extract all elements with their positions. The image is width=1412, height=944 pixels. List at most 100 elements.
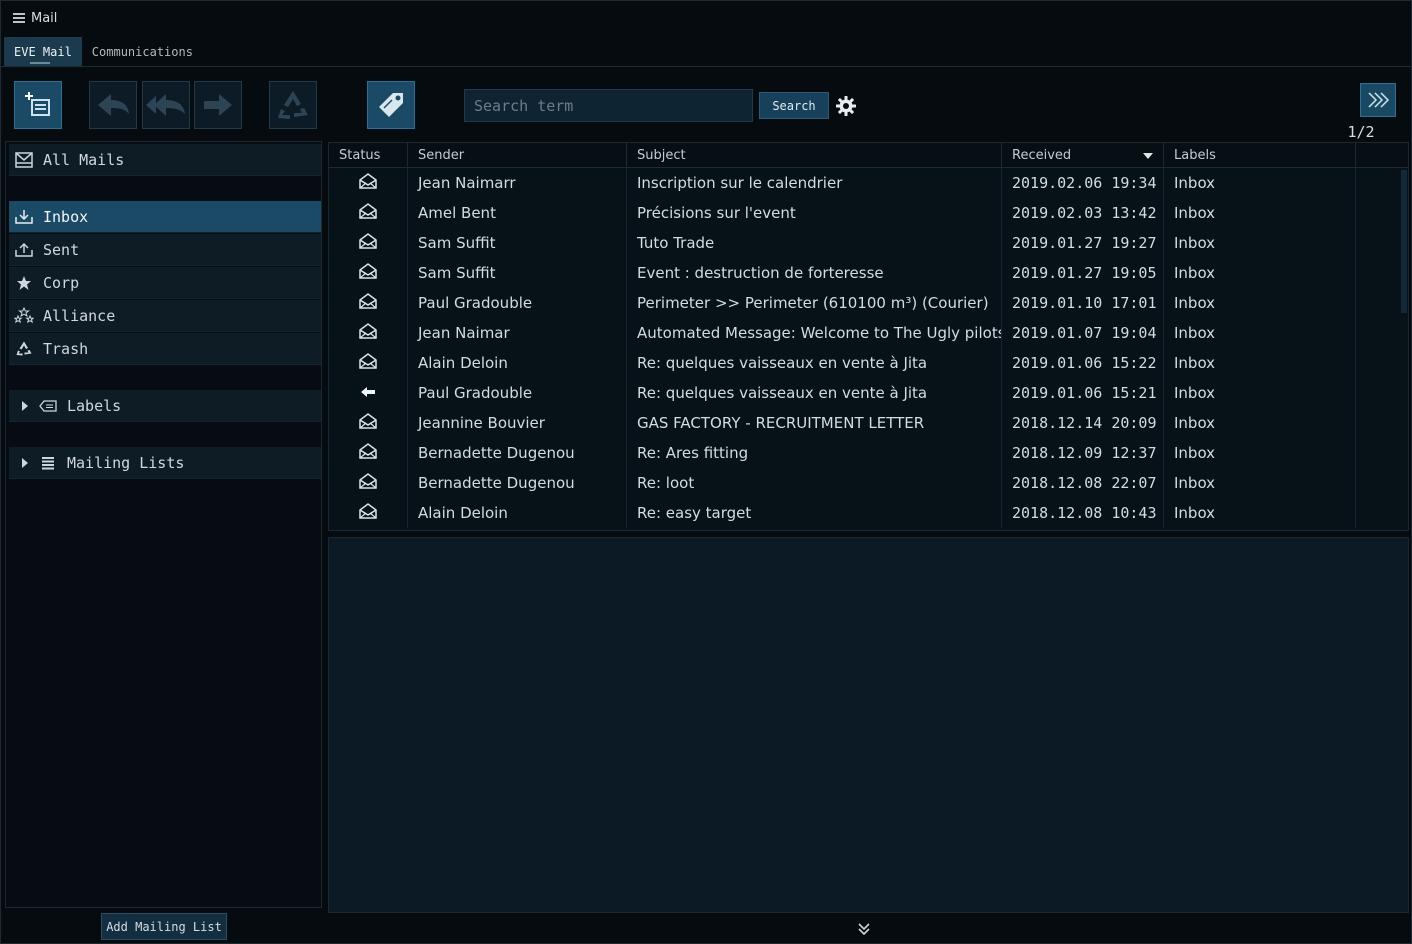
table-row[interactable]: Bernadette Dugenou Re: loot 2018.12.08 22:… <box>329 468 1408 498</box>
sidebar-item-label: Labels <box>67 396 122 415</box>
mail-sender: Bernadette Dugenou <box>408 438 627 468</box>
window-title: Mail <box>31 10 58 26</box>
delete-button[interactable] <box>269 81 317 129</box>
menu-icon[interactable] <box>13 13 25 23</box>
opened-envelope-icon <box>359 233 377 253</box>
reading-pane <box>328 537 1409 913</box>
table-body: Jean Naimarr Inscription sur le calendrie… <box>329 168 1408 528</box>
tab-bar: EVE Mail Communications <box>4 37 203 66</box>
page-indicator: 1/2 <box>1347 123 1375 141</box>
sidebar-item-alliance[interactable]: Alliance <box>9 300 321 332</box>
table-row[interactable]: Jean Naimar Automated Message: Welcome to… <box>329 318 1408 348</box>
sidebar-item-corp[interactable]: Corp <box>9 267 321 299</box>
tag-icon <box>379 93 403 117</box>
mail-subject: Automated Message: Welcome to The Ugly p… <box>627 318 1002 348</box>
alliance-icon <box>14 306 34 325</box>
mail-labels: Inbox <box>1164 228 1356 258</box>
mail-labels: Inbox <box>1164 438 1356 468</box>
tab-communications[interactable]: Communications <box>82 37 203 66</box>
column-header-sender[interactable]: Sender <box>408 143 627 168</box>
mail-received: 2019.01.06 15:22 <box>1002 348 1164 378</box>
mail-labels: Inbox <box>1164 258 1356 288</box>
mail-status <box>329 498 408 528</box>
mail-status <box>329 408 408 438</box>
reply-all-button[interactable] <box>142 81 190 129</box>
mail-received: 2019.02.06 19:34 <box>1002 168 1164 198</box>
column-header-status[interactable]: Status <box>329 143 408 168</box>
tab-divider <box>1 66 1411 67</box>
sidebar-item-sent[interactable]: Sent <box>9 234 321 266</box>
table-row[interactable]: Amel Bent Précisions sur l'event 2019.02.0… <box>329 198 1408 228</box>
mail-status <box>329 348 408 378</box>
search-button[interactable]: Search <box>759 92 829 119</box>
opened-envelope-icon <box>359 203 377 223</box>
title-bar[interactable]: Mail <box>1 1 1411 35</box>
sidebar-item-label: All Mails <box>43 150 125 169</box>
sort-descending-icon <box>1143 153 1153 159</box>
mail-subject: Re: quelques vaisseaux en vente à Jita <box>627 378 1002 408</box>
sidebar-group-mailing-lists[interactable]: Mailing Lists <box>9 447 321 479</box>
compose-button[interactable] <box>14 81 62 129</box>
table-row[interactable]: Alain Deloin Re: quelques vaisseaux en ve… <box>329 348 1408 378</box>
column-header-labels[interactable]: Labels <box>1164 143 1356 168</box>
table-row[interactable]: Alain Deloin Re: easy target 2018.12.08 10… <box>329 498 1408 528</box>
opened-envelope-icon <box>359 323 377 343</box>
caret-right-icon[interactable] <box>18 397 32 415</box>
scrollbar[interactable] <box>1398 168 1408 530</box>
mail-status <box>329 198 408 228</box>
double-chevron-down-icon[interactable] <box>856 921 872 937</box>
mail-received: 2018.12.14 20:09 <box>1002 408 1164 438</box>
mail-sender: Bernadette Dugenou <box>408 468 627 498</box>
table-row[interactable]: Sam Suffit Event : destruction de fortere… <box>329 258 1408 288</box>
mail-subject: GAS FACTORY - RECRUITMENT LETTER <box>627 408 1002 438</box>
forward-button[interactable] <box>194 81 242 129</box>
mail-subject: Tuto Trade <box>627 228 1002 258</box>
mail-status <box>329 228 408 258</box>
table-row[interactable]: Paul Gradouble Perimeter >> Perimeter (61… <box>329 288 1408 318</box>
table-row[interactable]: Bernadette Dugenou Re: Ares fitting 2018.1… <box>329 438 1408 468</box>
opened-envelope-icon <box>359 443 377 463</box>
mail-sender: Alain Deloin <box>408 498 627 528</box>
mail-labels: Inbox <box>1164 318 1356 348</box>
folder-sidebar: All Mails Inbox Sent Corp Alliance Trash… <box>5 141 322 908</box>
inbox-icon <box>14 208 34 226</box>
sidebar-item-label: Sent <box>43 240 80 259</box>
sidebar-item-trash[interactable]: Trash <box>9 333 321 365</box>
column-header-subject[interactable]: Subject <box>627 143 1002 168</box>
replied-arrow-icon <box>360 384 376 402</box>
double-chevron-right-icon <box>1368 92 1390 108</box>
mail-status <box>329 168 408 198</box>
expand-button[interactable] <box>1360 83 1396 117</box>
opened-envelope-icon <box>359 353 377 373</box>
mail-labels: Inbox <box>1164 348 1356 378</box>
column-header-received[interactable]: Received <box>1002 143 1164 168</box>
label-button[interactable] <box>367 81 415 129</box>
opened-envelope-icon <box>359 263 377 283</box>
opened-envelope-icon <box>359 293 377 313</box>
mail-status <box>329 258 408 288</box>
mail-sender: Jean Naimarr <box>408 168 627 198</box>
table-row[interactable]: Sam Suffit Tuto Trade 2019.01.27 19:27 Inbo… <box>329 228 1408 258</box>
mail-subject: Inscription sur le calendrier <box>627 168 1002 198</box>
table-row[interactable]: Jean Naimarr Inscription sur le calendrie… <box>329 168 1408 198</box>
add-mailing-list-button[interactable]: Add Mailing List <box>101 913 227 940</box>
mail-sender: Amel Bent <box>408 198 627 228</box>
sidebar-item-inbox[interactable]: Inbox <box>9 201 321 233</box>
gear-icon[interactable] <box>835 95 857 117</box>
tab-eve-mail[interactable]: EVE Mail <box>4 37 82 66</box>
mail-status <box>329 378 408 408</box>
mail-received: 2019.02.03 13:42 <box>1002 198 1164 228</box>
mail-sender: Jeannine Bouvier <box>408 408 627 438</box>
sidebar-group-labels[interactable]: Labels <box>9 390 321 422</box>
reply-button[interactable] <box>89 81 137 129</box>
opened-envelope-icon <box>359 413 377 433</box>
caret-right-icon[interactable] <box>18 454 32 472</box>
table-row[interactable]: Paul Gradouble Re: quelques vaisseaux en … <box>329 378 1408 408</box>
scrollbar-thumb[interactable] <box>1401 170 1407 313</box>
opened-envelope-icon <box>359 173 377 193</box>
search-input[interactable] <box>464 89 753 122</box>
mail-subject: Précisions sur l'event <box>627 198 1002 228</box>
sidebar-item-all-mails[interactable]: All Mails <box>9 144 321 176</box>
table-row[interactable]: Jeannine Bouvier GAS FACTORY - RECRUITMEN… <box>329 408 1408 438</box>
mail-sender: Sam Suffit <box>408 228 627 258</box>
